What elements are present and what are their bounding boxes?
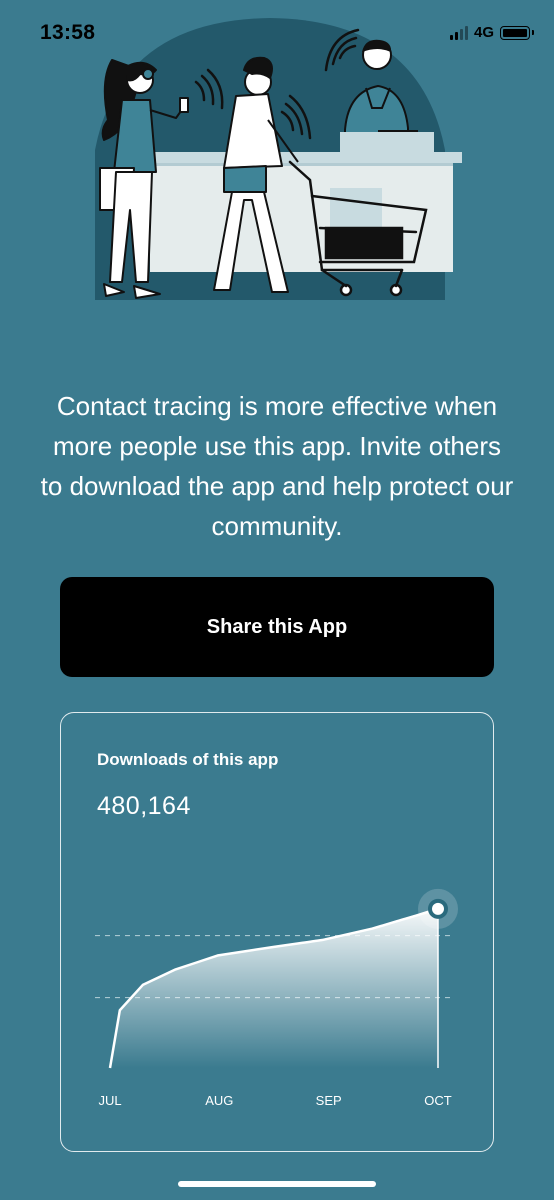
downloads-card: JUL AUG SEP OCT Downloads of this app 480,1… [60, 712, 494, 1152]
register [340, 132, 434, 154]
downloads-area [110, 908, 438, 1068]
checkout-counter [150, 162, 453, 272]
downloads-title: Downloads of this app [97, 750, 279, 769]
intro-text: Contact tracing is more effective when m… [40, 391, 514, 541]
checkout-illustration [95, 18, 462, 300]
x-tick-label: JUL [98, 1093, 121, 1108]
x-tick-label: SEP [316, 1093, 342, 1108]
downloads-count: 480,164 [97, 792, 191, 820]
endpoint-marker [428, 898, 448, 919]
downloads-chart: JUL AUG SEP OCT [95, 888, 458, 1108]
counter-edge [148, 163, 453, 166]
share-app-button[interactable]: Share this App [60, 577, 494, 677]
x-tick-label: OCT [424, 1093, 452, 1108]
home-indicator[interactable] [178, 1181, 376, 1187]
x-tick-label: AUG [205, 1093, 233, 1108]
